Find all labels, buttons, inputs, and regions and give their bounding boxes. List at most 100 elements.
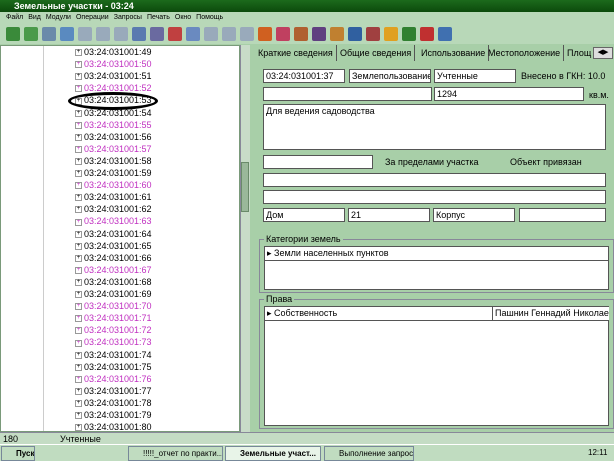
- toolbar-button-icon[interactable]: [330, 27, 344, 41]
- expand-icon[interactable]: +: [75, 194, 82, 202]
- toolbar-button-icon[interactable]: [96, 27, 110, 41]
- toolbar-button-icon[interactable]: [384, 27, 398, 41]
- tab-general[interactable]: Общие сведения: [337, 45, 416, 61]
- expand-icon[interactable]: +: [75, 109, 82, 117]
- blank-field[interactable]: [263, 87, 432, 101]
- house-field[interactable]: 21: [348, 208, 430, 222]
- tree-item[interactable]: +03:24:031001:50: [75, 58, 152, 70]
- expand-icon[interactable]: +: [75, 327, 82, 335]
- address-field-2[interactable]: [263, 173, 606, 187]
- tree-item[interactable]: +03:24:031001:78: [75, 397, 152, 409]
- tab-summary[interactable]: Краткие сведения: [255, 45, 337, 61]
- tree-item[interactable]: +03:24:031001:70: [75, 300, 152, 312]
- toolbar-button-icon[interactable]: [24, 27, 38, 41]
- tree-item[interactable]: +03:24:031001:63: [75, 215, 152, 227]
- toolbar-button-icon[interactable]: [222, 27, 236, 41]
- tree-item[interactable]: +03:24:031001:65: [75, 240, 152, 252]
- toolbar-button-icon[interactable]: [114, 27, 128, 41]
- tree-item[interactable]: +03:24:031001:74: [75, 349, 152, 361]
- toolbar-button-icon[interactable]: [294, 27, 308, 41]
- expand-icon[interactable]: +: [75, 279, 82, 287]
- expand-icon[interactable]: +: [75, 158, 82, 166]
- toolbar-button-icon[interactable]: [78, 27, 92, 41]
- toolbar-button-icon[interactable]: [240, 27, 254, 41]
- expand-icon[interactable]: +: [75, 424, 82, 431]
- toolbar-button-icon[interactable]: [420, 27, 434, 41]
- right-owner-cell[interactable]: Пашнин Геннадий Николае: [493, 307, 609, 321]
- tree-item[interactable]: +03:24:031001:55: [75, 119, 152, 131]
- toolbar-button-icon[interactable]: [132, 27, 146, 41]
- toolbar-button-icon[interactable]: [42, 27, 56, 41]
- tree-item[interactable]: +03:24:031001:62: [75, 203, 152, 215]
- tab-usage[interactable]: Использование: [418, 45, 490, 61]
- tree-item[interactable]: +03:24:031001:58: [75, 155, 152, 167]
- expand-icon[interactable]: +: [75, 121, 82, 129]
- menu-queries[interactable]: Запросы: [114, 14, 142, 21]
- toolbar-button-icon[interactable]: [60, 27, 74, 41]
- expand-icon[interactable]: +: [75, 218, 82, 226]
- expand-icon[interactable]: +: [75, 61, 82, 69]
- cadastral-number-field[interactable]: 03:24:031001:37: [263, 69, 345, 83]
- expand-icon[interactable]: +: [75, 145, 82, 153]
- start-button[interactable]: Пуск: [1, 446, 35, 461]
- tree-item[interactable]: +03:24:031001:72: [75, 324, 152, 336]
- tree-item[interactable]: +03:24:031001:80: [75, 421, 152, 431]
- menu-operations[interactable]: Операции: [76, 14, 109, 21]
- tree-item[interactable]: +03:24:031001:59: [75, 167, 152, 179]
- toolbar-button-icon[interactable]: [150, 27, 164, 41]
- expand-icon[interactable]: +: [75, 266, 82, 274]
- expand-icon[interactable]: +: [75, 182, 82, 190]
- tree-item[interactable]: +03:24:031001:57: [75, 143, 152, 155]
- toolbar-button-icon[interactable]: [312, 27, 326, 41]
- expand-icon[interactable]: +: [75, 73, 82, 81]
- task-query[interactable]: Выполнение запроса: [324, 446, 414, 461]
- expand-icon[interactable]: +: [75, 85, 82, 93]
- expand-icon[interactable]: +: [75, 315, 82, 323]
- tree-item[interactable]: +03:24:031001:75: [75, 361, 152, 373]
- expand-icon[interactable]: +: [75, 133, 82, 141]
- expand-icon[interactable]: +: [75, 291, 82, 299]
- status-field[interactable]: Учтенные: [434, 69, 516, 83]
- expand-icon[interactable]: +: [75, 339, 82, 347]
- tree-item[interactable]: +03:24:031001:56: [75, 131, 152, 143]
- expand-icon[interactable]: +: [75, 351, 82, 359]
- expand-icon[interactable]: +: [75, 206, 82, 214]
- tree-item[interactable]: +03:24:031001:49: [75, 46, 152, 58]
- expand-icon[interactable]: +: [75, 387, 82, 395]
- tree-item[interactable]: +03:24:031001:60: [75, 179, 152, 191]
- expand-icon[interactable]: +: [75, 230, 82, 238]
- menu-file[interactable]: Файл: [6, 14, 23, 21]
- menu-window[interactable]: Окно: [175, 14, 191, 21]
- menu-view[interactable]: Вид: [28, 14, 41, 21]
- menu-print[interactable]: Печать: [147, 14, 170, 21]
- purpose-textarea[interactable]: Для ведения садоводства: [263, 104, 606, 150]
- tree-item[interactable]: +03:24:031001:51: [75, 70, 152, 82]
- area-field[interactable]: 1294: [434, 87, 584, 101]
- tree-item[interactable]: +03:24:031001:64: [75, 228, 152, 240]
- right-type-cell[interactable]: ▸ Собственность: [265, 307, 493, 321]
- menu-help[interactable]: Помощь: [196, 14, 223, 21]
- expand-icon[interactable]: +: [75, 363, 82, 371]
- expand-icon[interactable]: +: [75, 303, 82, 311]
- task-land-parcels[interactable]: Земельные участ...: [225, 446, 321, 461]
- expand-icon[interactable]: +: [75, 375, 82, 383]
- expand-icon[interactable]: +: [75, 400, 82, 408]
- tree-item[interactable]: +03:24:031001:71: [75, 312, 152, 324]
- toolbar-button-icon[interactable]: [204, 27, 218, 41]
- tree-item[interactable]: +03:24:031001:77: [75, 385, 152, 397]
- expand-icon[interactable]: +: [75, 254, 82, 262]
- expand-icon[interactable]: +: [75, 170, 82, 178]
- toolbar-button-icon[interactable]: [6, 27, 20, 41]
- address-field-3[interactable]: [263, 190, 606, 204]
- category-type-field[interactable]: Землепользование: [349, 69, 431, 83]
- expand-icon[interactable]: +: [75, 49, 82, 57]
- address-field-1[interactable]: [263, 155, 373, 169]
- toolbar-button-icon[interactable]: [276, 27, 290, 41]
- toolbar-button-icon[interactable]: [186, 27, 200, 41]
- task-report[interactable]: !!!!!_отчет по практи...: [128, 446, 223, 461]
- tab-scroll-arrows[interactable]: ◀▶: [593, 47, 613, 59]
- tree-item[interactable]: +03:24:031001:67: [75, 264, 152, 276]
- tree-item[interactable]: +03:24:031001:79: [75, 409, 152, 421]
- toolbar-button-icon[interactable]: [438, 27, 452, 41]
- toolbar-button-icon[interactable]: [168, 27, 182, 41]
